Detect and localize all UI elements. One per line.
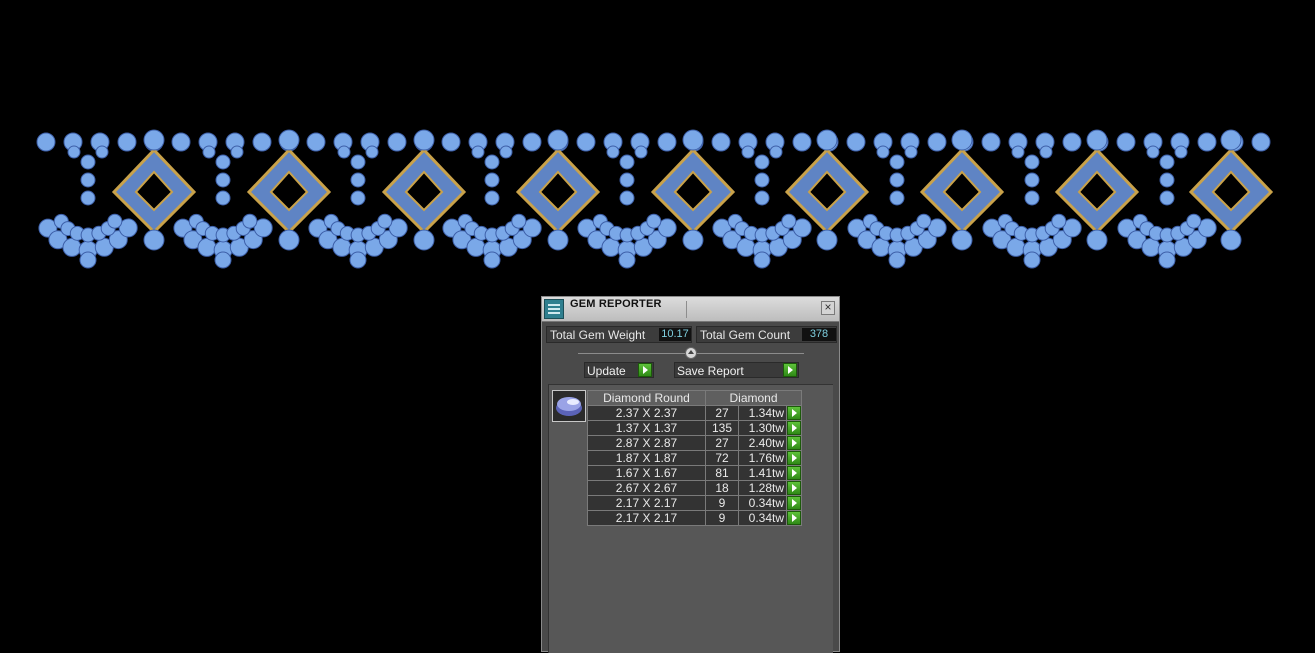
table-row[interactable]: 1.87 X 1.87 72 1.76tw	[587, 450, 802, 466]
table-row[interactable]: 1.37 X 1.37 135 1.30tw	[587, 420, 802, 436]
gem-count: 135	[705, 420, 739, 436]
row-go-cell	[786, 450, 802, 466]
table-row[interactable]: 1.67 X 1.67 81 1.41tw	[587, 465, 802, 481]
table-row[interactable]: 2.67 X 2.67 18 1.28tw	[587, 480, 802, 496]
total-gem-count-value: 378	[802, 328, 836, 341]
select-gem-button[interactable]	[787, 436, 801, 450]
gem-weight: 0.34tw	[738, 495, 787, 511]
total-gem-count: Total Gem Count 378	[696, 326, 837, 343]
total-gem-count-label: Total Gem Count	[700, 328, 791, 342]
diamond-icon	[556, 397, 582, 416]
gem-weight: 1.30tw	[738, 420, 787, 436]
gem-list-area: Diamond Round Diamond 2.37 X 2.37 27 1.34t…	[548, 384, 833, 653]
gem-weight: 1.76tw	[738, 450, 787, 466]
column-header-shape: Diamond Round	[587, 390, 706, 406]
gem-size: 2.67 X 2.67	[587, 480, 706, 496]
gem-count: 9	[705, 495, 739, 511]
gem-size: 1.87 X 1.87	[587, 450, 706, 466]
gem-size: 1.37 X 1.37	[587, 420, 706, 436]
update-go-icon[interactable]	[638, 363, 652, 377]
gem-size: 2.37 X 2.37	[587, 405, 706, 421]
title-bar[interactable]: GEM REPORTER ×	[542, 297, 839, 322]
select-gem-button[interactable]	[787, 406, 801, 420]
gem-count: 27	[705, 405, 739, 421]
gem-size: 1.67 X 1.67	[587, 465, 706, 481]
update-label: Update	[587, 364, 626, 378]
total-gem-weight-value: 10.17	[659, 328, 691, 341]
table-row[interactable]: 2.17 X 2.17 9 0.34tw	[587, 510, 802, 526]
row-go-cell	[786, 510, 802, 526]
update-button[interactable]: Update	[584, 362, 654, 378]
panel-title: GEM REPORTER	[570, 298, 662, 310]
gem-count: 72	[705, 450, 739, 466]
gem-count: 18	[705, 480, 739, 496]
row-go-cell	[786, 480, 802, 496]
diamond-round-thumbnail[interactable]	[552, 390, 586, 422]
table-row[interactable]: 2.37 X 2.37 27 1.34tw	[587, 405, 802, 421]
title-separator	[686, 301, 687, 318]
row-go-cell	[786, 405, 802, 421]
select-gem-button[interactable]	[787, 481, 801, 495]
gem-reporter-icon	[544, 299, 564, 319]
gem-size: 2.17 X 2.17	[587, 495, 706, 511]
gem-size: 2.17 X 2.17	[587, 510, 706, 526]
row-go-cell	[786, 465, 802, 481]
gem-weight: 1.41tw	[738, 465, 787, 481]
save-report-go-icon[interactable]	[783, 363, 797, 377]
gem-reporter-panel: GEM REPORTER × Total Gem Weight 10.17 To…	[541, 296, 840, 653]
select-gem-button[interactable]	[787, 451, 801, 465]
gem-size: 2.87 X 2.87	[587, 435, 706, 451]
table-row[interactable]: 2.17 X 2.17 9 0.34tw	[587, 495, 802, 511]
select-gem-button[interactable]	[787, 466, 801, 480]
close-button[interactable]: ×	[821, 301, 835, 315]
total-gem-weight-label: Total Gem Weight	[550, 328, 646, 342]
table-row[interactable]: 2.87 X 2.87 27 2.40tw	[587, 435, 802, 451]
necklace-model	[36, 129, 1274, 269]
row-go-cell	[786, 495, 802, 511]
save-report-label: Save Report	[677, 364, 744, 378]
gem-weight: 1.34tw	[738, 405, 787, 421]
gem-count: 81	[705, 465, 739, 481]
gem-weight: 1.28tw	[738, 480, 787, 496]
select-gem-button[interactable]	[787, 496, 801, 510]
close-icon: ×	[824, 300, 832, 314]
gem-weight: 2.40tw	[738, 435, 787, 451]
column-header-material: Diamond	[705, 390, 802, 406]
gem-weight: 0.34tw	[738, 510, 787, 526]
row-go-cell	[786, 435, 802, 451]
select-gem-button[interactable]	[787, 421, 801, 435]
select-gem-button[interactable]	[787, 511, 801, 525]
gem-count: 9	[705, 510, 739, 526]
gem-count: 27	[705, 435, 739, 451]
save-report-button[interactable]: Save Report	[674, 362, 799, 378]
panel-slider-knob[interactable]	[685, 347, 697, 359]
gem-table: Diamond Round Diamond 2.37 X 2.37 27 1.34t…	[587, 390, 802, 526]
total-gem-weight: Total Gem Weight 10.17	[546, 326, 692, 343]
row-go-cell	[786, 420, 802, 436]
